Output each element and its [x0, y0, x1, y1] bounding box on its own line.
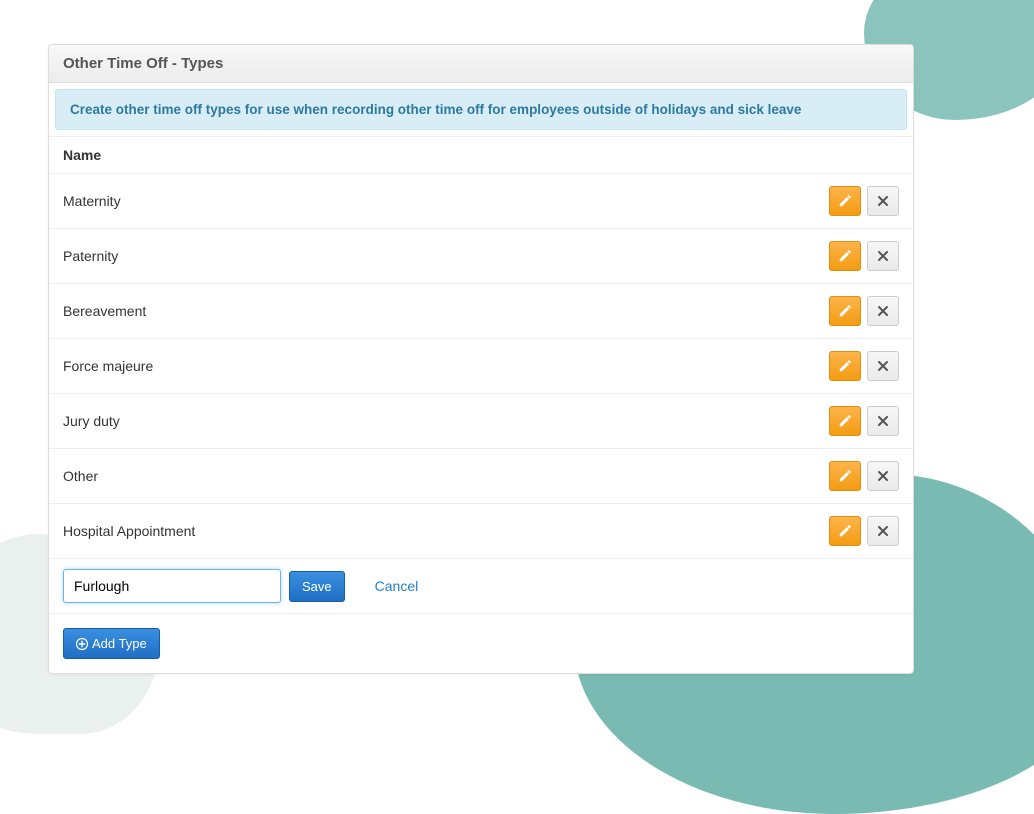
close-icon	[877, 305, 889, 317]
pencil-icon	[838, 414, 852, 428]
info-message: Create other time off types for use when…	[55, 89, 907, 130]
edit-button[interactable]	[829, 516, 861, 546]
save-button[interactable]: Save	[289, 571, 345, 602]
pencil-icon	[838, 249, 852, 263]
pencil-icon	[838, 359, 852, 373]
delete-button[interactable]	[867, 351, 899, 381]
pencil-icon	[838, 524, 852, 538]
table-row: Hospital Appointment	[49, 504, 913, 559]
edit-button[interactable]	[829, 241, 861, 271]
column-header-actions	[813, 137, 913, 174]
edit-button[interactable]	[829, 351, 861, 381]
type-name-cell: Maternity	[49, 174, 813, 229]
table-row: Bereavement	[49, 284, 913, 339]
type-name-input[interactable]	[63, 569, 281, 603]
delete-button[interactable]	[867, 461, 899, 491]
table-row: Maternity	[49, 174, 913, 229]
close-icon	[877, 195, 889, 207]
pencil-icon	[838, 469, 852, 483]
delete-button[interactable]	[867, 186, 899, 216]
actions-cell	[813, 284, 913, 339]
delete-button[interactable]	[867, 241, 899, 271]
time-off-types-panel: Other Time Off - Types Create other time…	[48, 44, 914, 674]
cancel-link[interactable]: Cancel	[375, 578, 419, 594]
type-name-cell: Other	[49, 449, 813, 504]
pencil-icon	[838, 304, 852, 318]
actions-cell	[813, 174, 913, 229]
types-table: Name MaternityPaternityBereavementForce …	[49, 136, 913, 558]
close-icon	[877, 415, 889, 427]
close-icon	[877, 360, 889, 372]
actions-cell	[813, 449, 913, 504]
table-row: Force majeure	[49, 339, 913, 394]
close-icon	[877, 250, 889, 262]
add-type-label: Add Type	[92, 636, 147, 651]
actions-cell	[813, 394, 913, 449]
new-type-form: Save Cancel	[49, 558, 913, 613]
edit-button[interactable]	[829, 186, 861, 216]
edit-button[interactable]	[829, 461, 861, 491]
type-name-cell: Jury duty	[49, 394, 813, 449]
delete-button[interactable]	[867, 516, 899, 546]
actions-cell	[813, 339, 913, 394]
plus-circle-icon	[76, 638, 88, 650]
table-row: Paternity	[49, 229, 913, 284]
column-header-name: Name	[49, 137, 813, 174]
actions-cell	[813, 504, 913, 559]
type-name-cell: Paternity	[49, 229, 813, 284]
table-row: Other	[49, 449, 913, 504]
table-row: Jury duty	[49, 394, 913, 449]
type-name-cell: Hospital Appointment	[49, 504, 813, 559]
delete-button[interactable]	[867, 296, 899, 326]
panel-title: Other Time Off - Types	[49, 45, 913, 83]
edit-button[interactable]	[829, 296, 861, 326]
type-name-cell: Force majeure	[49, 339, 813, 394]
type-name-cell: Bereavement	[49, 284, 813, 339]
panel-footer: Add Type	[49, 613, 913, 673]
close-icon	[877, 470, 889, 482]
edit-button[interactable]	[829, 406, 861, 436]
pencil-icon	[838, 194, 852, 208]
delete-button[interactable]	[867, 406, 899, 436]
close-icon	[877, 525, 889, 537]
add-type-button[interactable]: Add Type	[63, 628, 160, 659]
actions-cell	[813, 229, 913, 284]
